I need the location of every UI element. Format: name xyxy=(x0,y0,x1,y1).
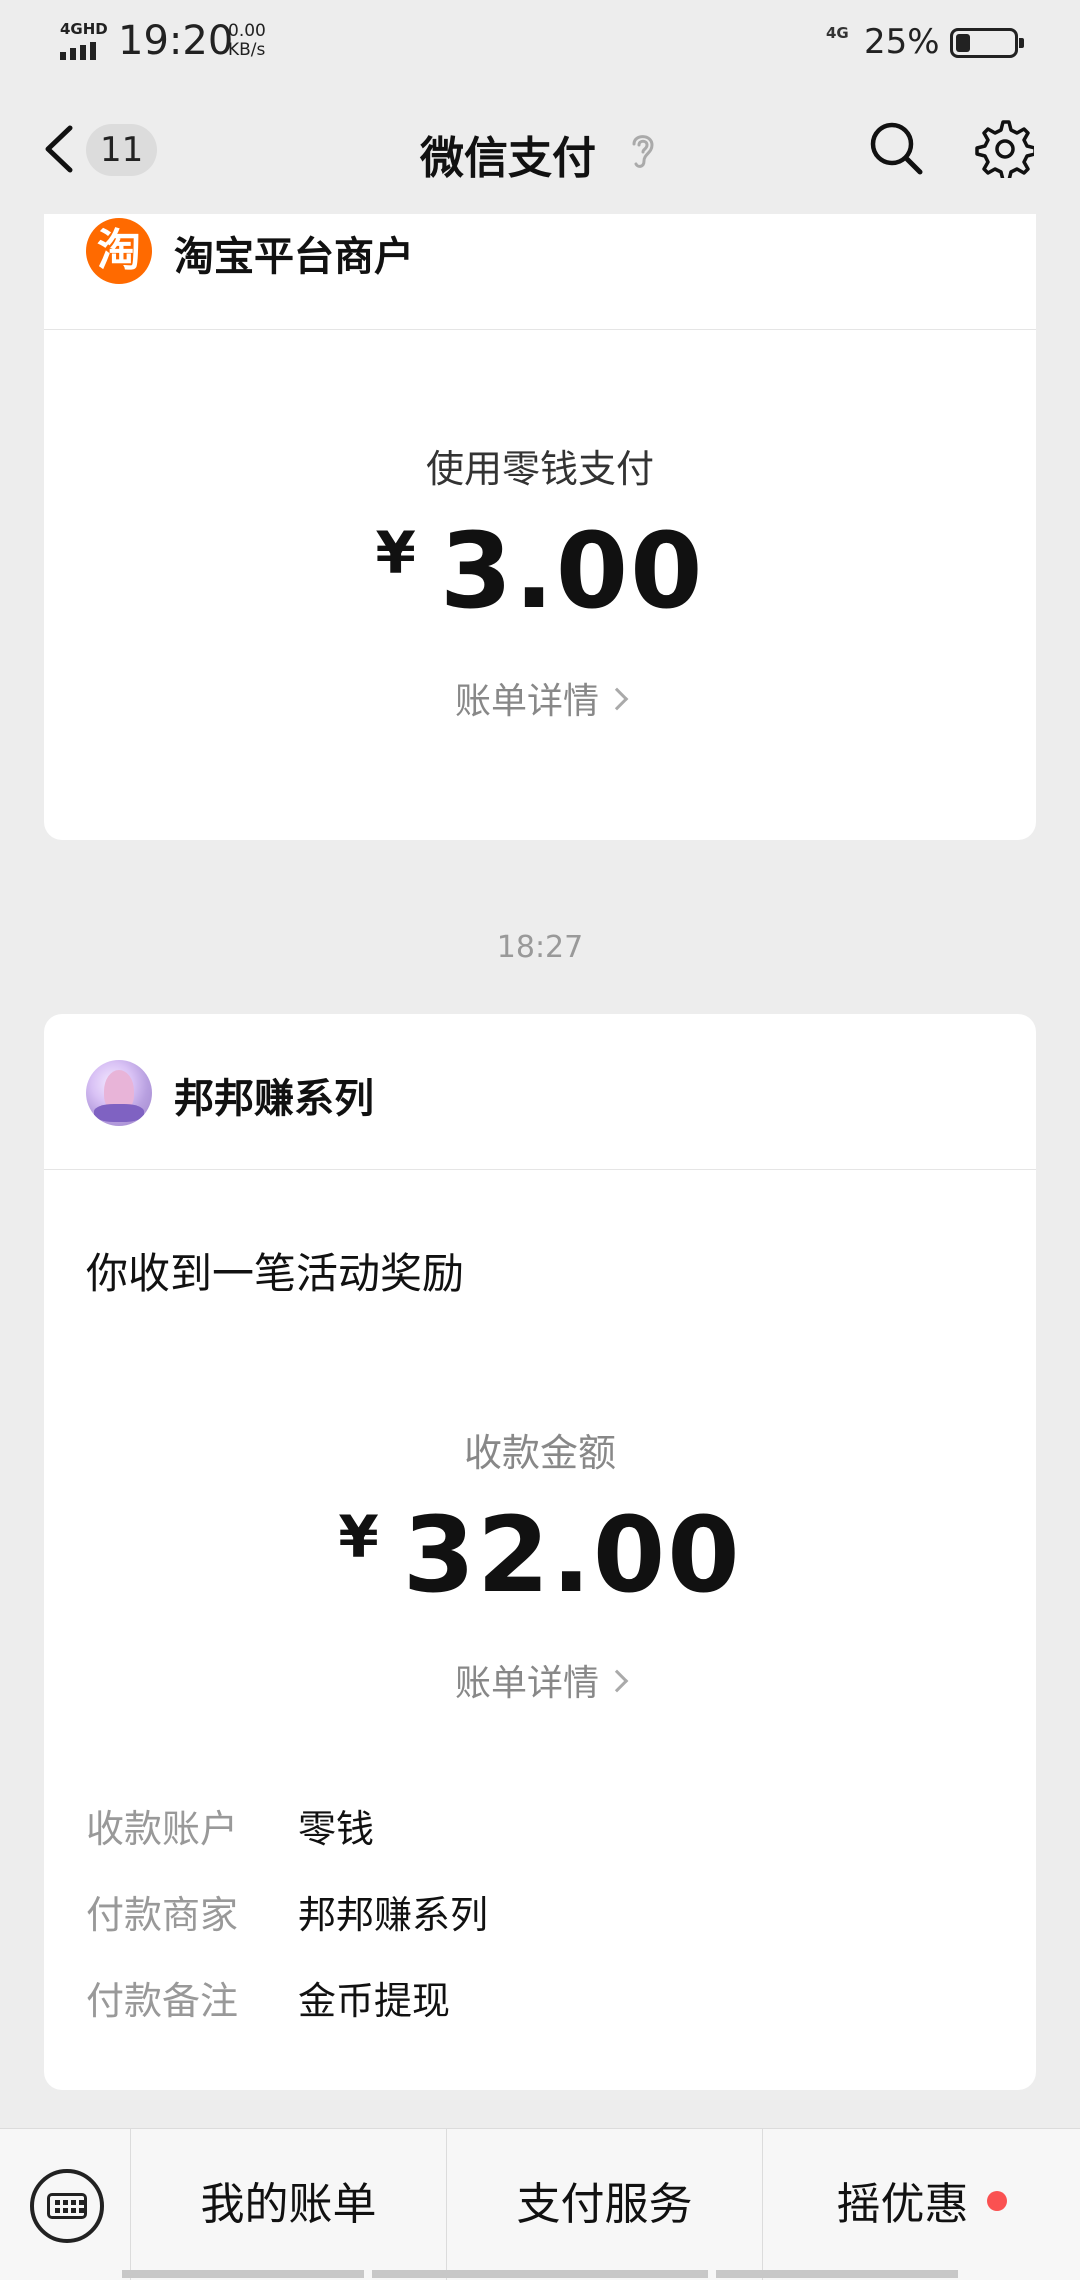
payment-card-taobao[interactable]: 淘 淘宝平台商户 使用零钱支付 ¥3.00 账单详情 xyxy=(44,214,1036,840)
bill-details-link[interactable]: 账单详情 xyxy=(44,672,1036,724)
received-amount: ¥32.00 xyxy=(44,1494,1036,1616)
menu-pay-services[interactable]: 支付服务 xyxy=(446,2129,762,2280)
bill-details-link[interactable]: 账单详情 xyxy=(44,1654,1036,1706)
detail-key: 付款商家 xyxy=(86,1893,239,1937)
pay-method: 使用零钱支付 xyxy=(425,447,654,491)
detail-row: 付款商家 邦邦赚系列 xyxy=(86,1884,488,1939)
bottom-menu-bar: 我的账单 支付服务 摇优惠 xyxy=(0,2128,1080,2280)
detail-row: 收款账户 零钱 xyxy=(86,1798,374,1853)
detail-key: 收款账户 xyxy=(86,1807,239,1851)
taobao-logo-icon: 淘 xyxy=(86,218,152,284)
gear-icon[interactable] xyxy=(974,118,1034,178)
chevron-right-icon xyxy=(605,687,629,711)
speed-value: 0.00 xyxy=(228,21,266,41)
status-bar: 4GHD 19:20 0.00 KB/s 4G 25% xyxy=(0,0,1080,84)
currency-symbol: ¥ xyxy=(375,519,416,587)
network-speed: 0.00 KB/s xyxy=(228,22,266,60)
network-label: 4GHD xyxy=(60,20,108,38)
notification-dot xyxy=(986,2191,1007,2211)
detail-value: 金币提现 xyxy=(298,1979,451,2023)
chevron-right-icon xyxy=(605,1669,629,1693)
reward-title: 你收到一笔活动奖励 xyxy=(86,1249,465,1298)
detail-value: 邦邦赚系列 xyxy=(298,1893,489,1937)
amount-value: 3.00 xyxy=(439,510,705,632)
ear-icon xyxy=(632,135,654,168)
battery-percent: 25% xyxy=(864,22,940,62)
menu-shake-offers-label: 摇优惠 xyxy=(836,2179,969,2230)
reward-card[interactable]: 邦邦赚系列 你收到一笔活动奖励 收款金额 ¥32.00 账单详情 收款账户 零钱 … xyxy=(44,1014,1036,2090)
status-time: 19:20 xyxy=(118,18,234,64)
bill-details-label: 账单详情 xyxy=(454,1663,599,1704)
gesture-bar xyxy=(0,2270,1080,2280)
keyboard-icon[interactable] xyxy=(30,2169,104,2243)
card-header[interactable]: 邦邦赚系列 xyxy=(44,1014,1036,1170)
menu-shake-offers[interactable]: 摇优惠 xyxy=(762,2129,1080,2280)
currency-symbol: ¥ xyxy=(338,1503,379,1571)
network-4g-label: 4G xyxy=(826,24,849,42)
search-icon[interactable] xyxy=(868,120,924,176)
detail-value: 零钱 xyxy=(298,1807,375,1851)
menu-my-bills[interactable]: 我的账单 xyxy=(130,2129,446,2280)
speed-unit: KB/s xyxy=(228,40,266,60)
payment-amount: ¥3.00 xyxy=(44,510,1036,632)
bill-details-label: 账单详情 xyxy=(454,681,599,722)
signal-icon: 4GHD xyxy=(60,20,108,60)
merchant-name: 淘宝平台商户 xyxy=(174,234,414,280)
time-separator: 18:27 xyxy=(496,930,584,965)
detail-row: 付款备注 金币提现 xyxy=(86,1970,450,2025)
card-header[interactable]: 淘 淘宝平台商户 xyxy=(44,214,1036,330)
amount-value: 32.00 xyxy=(402,1494,742,1616)
page-title-text: 微信支付 xyxy=(420,133,596,184)
amount-label: 收款金额 xyxy=(463,1431,616,1475)
merchant-avatar xyxy=(86,1060,152,1126)
nav-bar: 11 微信支付 xyxy=(0,84,1080,214)
merchant-name: 邦邦赚系列 xyxy=(174,1076,374,1122)
battery-icon xyxy=(950,28,1024,58)
detail-key: 付款备注 xyxy=(86,1979,239,2023)
